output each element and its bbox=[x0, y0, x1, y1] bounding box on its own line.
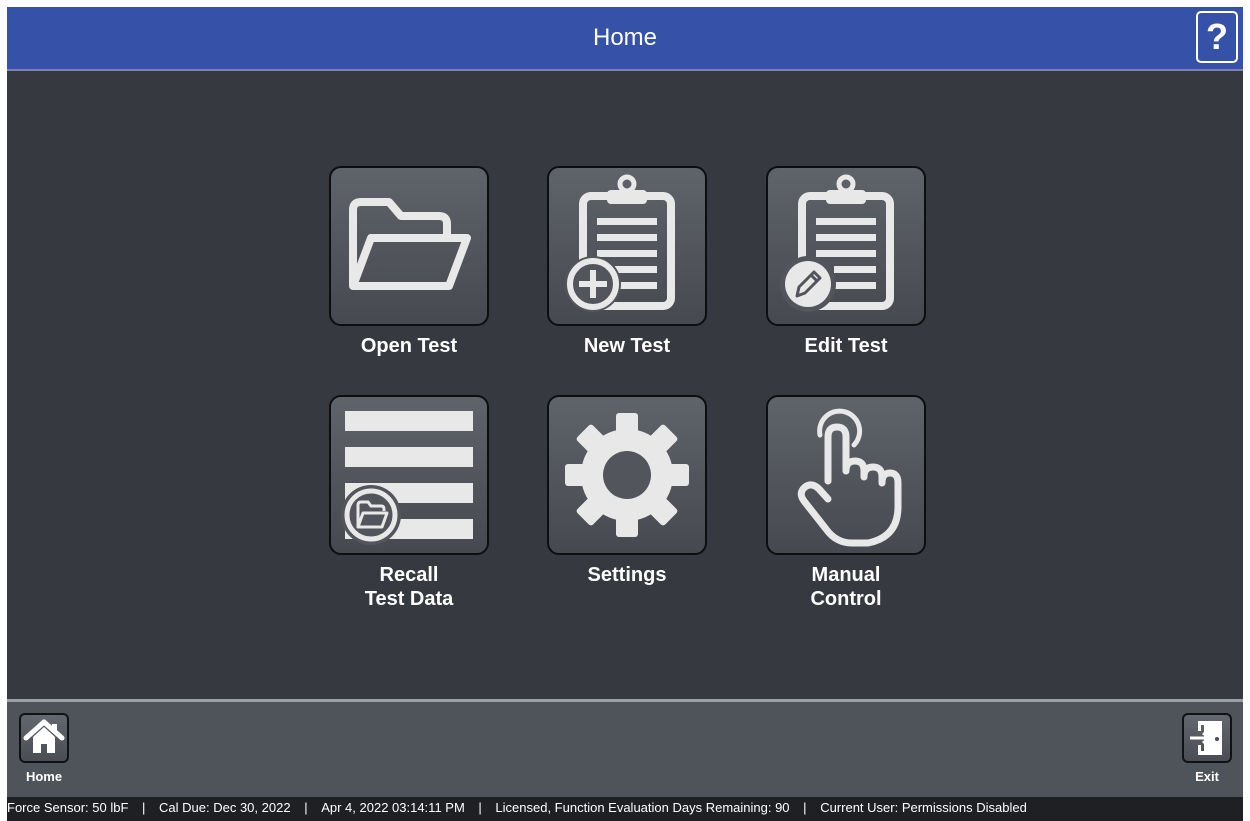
recall-test-data-label: Recall Test Data bbox=[364, 564, 454, 610]
hand-pointer-icon bbox=[797, 408, 902, 547]
bottom-nav-bar: Home Exit bbox=[7, 699, 1243, 800]
recall-test-data-button[interactable]: Recall Test Data bbox=[319, 395, 499, 611]
cal-due-status: Cal Due: Dec 30, 2022 bbox=[159, 800, 291, 815]
status-separator: | bbox=[803, 800, 807, 815]
edit-test-tile bbox=[766, 166, 926, 326]
home-button-box bbox=[19, 713, 69, 763]
exit-label: Exit bbox=[1195, 769, 1219, 784]
home-icon bbox=[23, 719, 65, 753]
status-bar: Force Sensor: 50 lbF | Cal Due: Dec 30, … bbox=[7, 797, 1243, 821]
new-test-button[interactable]: New Test bbox=[537, 166, 717, 358]
edit-test-label: Edit Test bbox=[804, 335, 888, 357]
datetime-status: Apr 4, 2022 03:14:11 PM bbox=[321, 800, 465, 815]
folder-open-icon bbox=[349, 198, 471, 290]
current-user-status: Current User: Permissions Disabled bbox=[820, 800, 1027, 815]
page-title: Home bbox=[592, 24, 658, 51]
status-separator: | bbox=[478, 800, 482, 815]
home-label: Home bbox=[25, 769, 63, 784]
manual-control-label: Manual Control bbox=[810, 564, 882, 610]
new-test-label: New Test bbox=[583, 335, 671, 357]
status-separator: | bbox=[304, 800, 308, 815]
settings-tile bbox=[547, 395, 707, 555]
settings-button[interactable]: Settings bbox=[537, 395, 717, 587]
status-separator: | bbox=[142, 800, 146, 815]
force-sensor-status: Force Sensor: 50 lbF bbox=[7, 800, 129, 815]
manual-control-button[interactable]: Manual Control bbox=[756, 395, 936, 611]
license-status: Licensed, Function Evaluation Days Remai… bbox=[495, 800, 790, 815]
help-button[interactable]: ? bbox=[1196, 11, 1238, 63]
main-menu: Open Test New Test Edit Test Recall Test… bbox=[7, 71, 1243, 699]
exit-button-box bbox=[1182, 713, 1232, 763]
settings-label: Settings bbox=[587, 564, 667, 586]
new-test-tile bbox=[547, 166, 707, 326]
app-window: Home ? Open Test New Test Edit Test Reca… bbox=[7, 7, 1243, 821]
open-test-button[interactable]: Open Test bbox=[319, 166, 499, 358]
exit-door-icon bbox=[1190, 721, 1222, 755]
home-button[interactable]: Home bbox=[16, 713, 72, 784]
clipboard-edit-icon bbox=[780, 174, 894, 312]
exit-button[interactable]: Exit bbox=[1179, 713, 1235, 784]
gear-icon bbox=[565, 413, 689, 537]
open-test-tile bbox=[329, 166, 489, 326]
clipboard-add-icon bbox=[565, 174, 675, 312]
open-test-label: Open Test bbox=[360, 335, 458, 357]
edit-test-button[interactable]: Edit Test bbox=[756, 166, 936, 358]
recall-test-data-tile bbox=[329, 395, 489, 555]
title-bar: Home ? bbox=[7, 7, 1243, 71]
list-folder-icon bbox=[341, 411, 473, 545]
manual-control-tile bbox=[766, 395, 926, 555]
